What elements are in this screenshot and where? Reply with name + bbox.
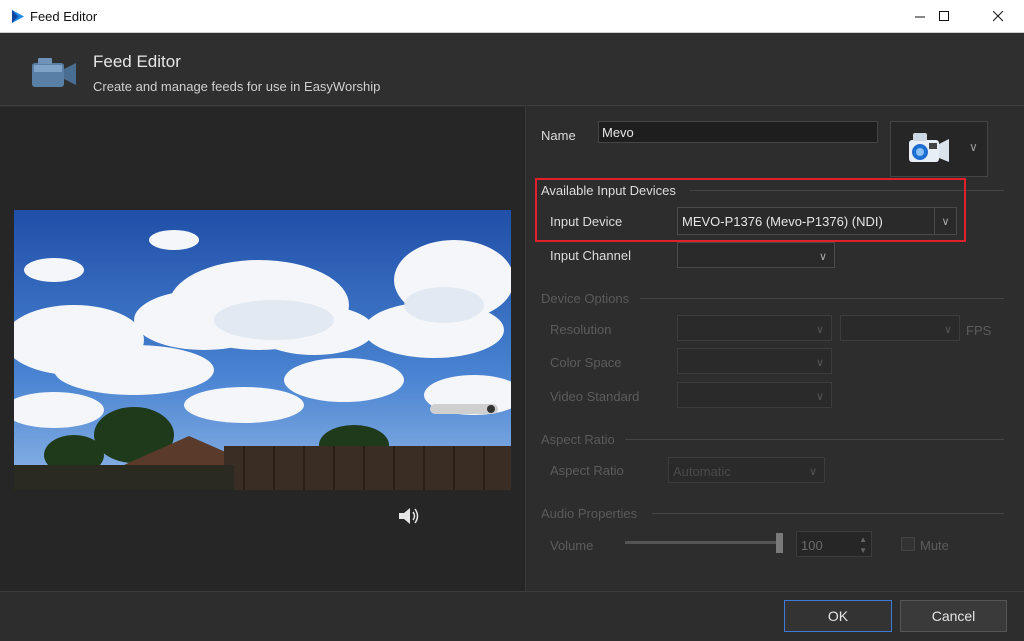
aspect-ratio-section: Aspect Ratio [541, 432, 615, 447]
header-banner: Feed Editor Create and manage feeds for … [0, 33, 1024, 106]
camera-icon [909, 133, 949, 162]
mute-checkbox[interactable] [901, 537, 915, 551]
header-title: Feed Editor [93, 52, 181, 71]
name-label: Name [541, 128, 576, 143]
video-standard-select[interactable]: ∨ [677, 382, 832, 408]
chevron-down-icon: ∨ [815, 356, 825, 369]
aspect-ratio-label: Aspect Ratio [550, 463, 624, 478]
color-space-label: Color Space [550, 355, 622, 370]
aspect-ratio-select[interactable]: Automatic ∨ [668, 457, 825, 483]
input-channel-label: Input Channel [550, 248, 631, 263]
color-space-select[interactable]: ∨ [677, 348, 832, 374]
input-device-select[interactable]: MEVO-P1376 (Mevo-P1376) (NDI) ∨ [677, 207, 957, 235]
aspect-ratio-value: Automatic [673, 464, 731, 479]
volume-value: 100 [801, 538, 823, 553]
mute-label: Mute [920, 538, 949, 553]
fps-select[interactable]: ∨ [840, 315, 960, 341]
resolution-label: Resolution [550, 322, 612, 337]
title-bar: Feed Editor [0, 0, 1024, 33]
speaker-icon[interactable] [397, 506, 421, 526]
video-preview [14, 210, 511, 490]
maximize-icon [938, 10, 949, 21]
chevron-down-icon: ∨ [943, 323, 953, 336]
feed-icon-picker[interactable]: ∨ [890, 121, 988, 177]
video-standard-label: Video Standard [550, 389, 640, 404]
chevron-down-icon: ∨ [818, 250, 828, 263]
feed-editor-window: Feed Editor Feed Editor Create and manag… [0, 0, 1024, 641]
spin-down-icon[interactable]: ▼ [859, 546, 867, 555]
chevron-down-icon: ∨ [815, 390, 825, 403]
input-device-label: Input Device [550, 214, 623, 229]
volume-slider-track[interactable] [625, 541, 783, 544]
app-logo-icon [12, 10, 24, 23]
fps-label: FPS [966, 323, 992, 338]
section-divider [640, 298, 1004, 299]
maximize-button[interactable] [921, 0, 967, 32]
header-subtitle: Create and manage feeds for use in EasyW… [93, 79, 381, 94]
input-channel-select[interactable]: ∨ [677, 242, 835, 268]
resolution-select[interactable]: ∨ [677, 315, 832, 341]
chevron-down-icon: ∨ [815, 323, 825, 336]
cancel-button[interactable]: Cancel [900, 600, 1007, 632]
preview-pane [0, 107, 525, 591]
preview-volume-knob[interactable] [487, 405, 495, 413]
section-divider [625, 439, 1004, 440]
chevron-down-icon: ∨ [808, 465, 818, 478]
chevron-down-icon: ∨ [934, 208, 956, 234]
section-divider [652, 513, 1004, 514]
window-title: Feed Editor [30, 9, 98, 24]
section-divider [690, 190, 1004, 191]
close-icon [992, 10, 1003, 21]
sky-preview-image [14, 210, 511, 490]
ok-button[interactable]: OK [784, 600, 892, 632]
volume-slider-thumb[interactable] [776, 533, 783, 553]
volume-label: Volume [550, 538, 594, 553]
input-device-value: MEVO-P1376 (Mevo-P1376) (NDI) [682, 214, 883, 229]
volume-number-input[interactable]: 100 ▲ ▼ [796, 531, 872, 557]
dialog-footer: OK Cancel [0, 591, 1024, 641]
name-input[interactable] [598, 121, 878, 143]
device-options-section: Device Options [541, 291, 630, 306]
close-button[interactable] [975, 0, 1021, 32]
available-devices-section: Available Input Devices [541, 183, 676, 198]
spin-up-icon[interactable]: ▲ [859, 535, 867, 544]
chevron-down-icon: ∨ [969, 140, 978, 154]
audio-properties-section: Audio Properties [541, 506, 638, 521]
video-camera-icon [32, 58, 76, 87]
